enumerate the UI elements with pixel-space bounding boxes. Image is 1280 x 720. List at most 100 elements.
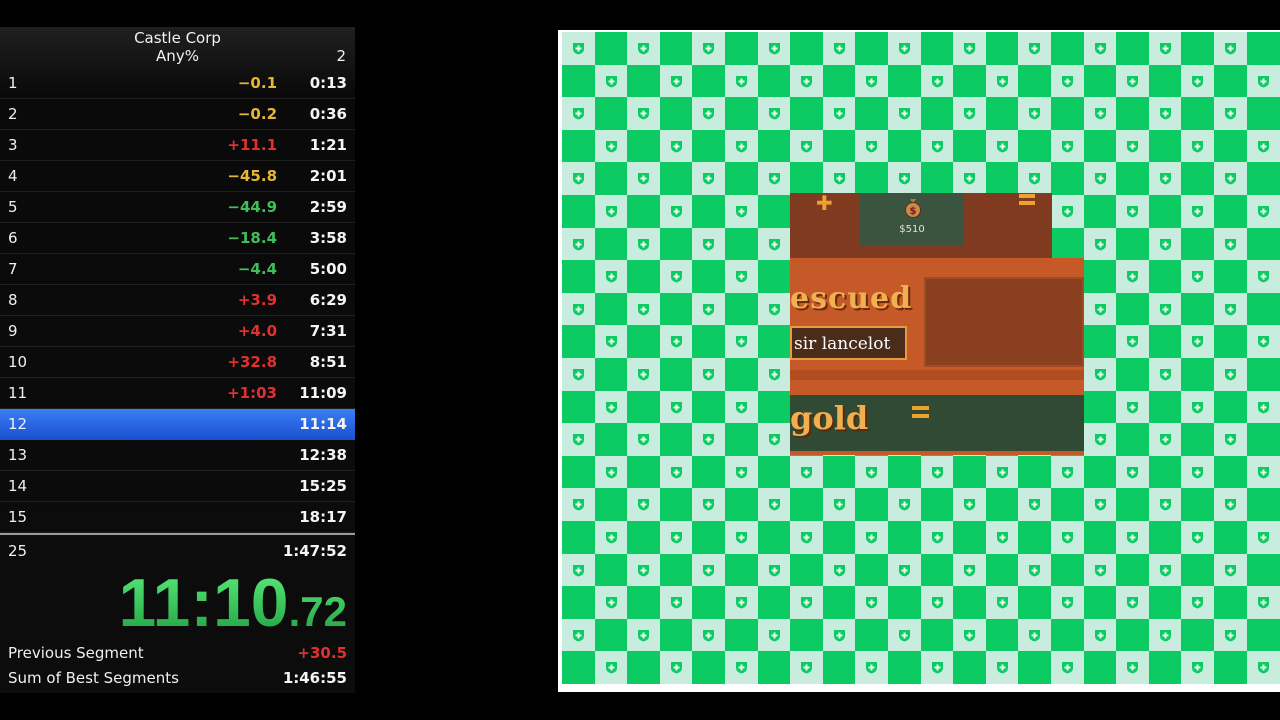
- board-tile: [757, 325, 791, 359]
- shield-icon: [703, 629, 715, 642]
- board-tile: [627, 227, 661, 261]
- money-amount: $510: [899, 224, 925, 235]
- shield-icon: [931, 75, 943, 88]
- board-tile: [1214, 488, 1247, 522]
- board-tile: [1148, 325, 1182, 359]
- shield-icon: [1094, 238, 1106, 251]
- board-tile: [1051, 97, 1084, 131]
- board-tile: [1214, 586, 1247, 620]
- board-tile: [757, 129, 791, 163]
- rescued-title: escued: [790, 281, 913, 316]
- board-tile: [757, 32, 791, 65]
- board-tile: [757, 651, 791, 685]
- shield-icon: [1257, 466, 1269, 479]
- board-tile: [1116, 553, 1150, 587]
- board-tile: [1018, 488, 1052, 522]
- shield-icon: [573, 369, 584, 381]
- board-tile: [692, 488, 726, 522]
- shield-icon: [899, 43, 910, 55]
- board-tile: [822, 97, 856, 131]
- board-tile: [1181, 325, 1215, 359]
- board-tile: [855, 129, 889, 163]
- shield-icon: [768, 629, 780, 642]
- shield-icon: [573, 108, 584, 120]
- split-time: 8:51: [309, 353, 347, 371]
- board-tile: [1116, 97, 1150, 131]
- board-tile: [659, 358, 693, 391]
- board-tile: [1181, 390, 1215, 424]
- shield-icon: [899, 564, 910, 577]
- board-tile: [627, 488, 661, 522]
- board-tile: [659, 162, 693, 196]
- shield-icon: [1192, 401, 1204, 414]
- split-time: 3:58: [309, 229, 347, 247]
- split-row: 2 −0.2 0:36: [0, 99, 355, 130]
- shield-icon: [1192, 597, 1204, 609]
- shield-icon: [1062, 466, 1073, 479]
- shield-icon: [1225, 238, 1236, 251]
- board-tile: [920, 32, 954, 65]
- game-view[interactable]: ✚ $ $510 escued sir lancelot gold: [558, 30, 1280, 692]
- shield-icon: [801, 532, 813, 544]
- board-tile: [953, 521, 987, 554]
- board-tile: [1051, 618, 1084, 652]
- shield-icon: [703, 499, 715, 511]
- board-tile: [659, 521, 693, 554]
- board-tile: [1083, 162, 1117, 196]
- shield-icon: [1225, 108, 1236, 120]
- board-tile: [594, 64, 628, 98]
- board-tile: [659, 455, 693, 489]
- board-tile: [627, 553, 661, 587]
- panel-stripe: [790, 370, 1084, 380]
- board-tile: [1148, 651, 1182, 685]
- board-tile: [1246, 455, 1280, 489]
- board-tile: [757, 618, 791, 652]
- board-tile: [562, 358, 595, 391]
- split-time: 15:25: [299, 477, 347, 495]
- shield-icon: [1127, 206, 1139, 218]
- shield-icon: [964, 564, 976, 577]
- board-tile: [855, 521, 889, 554]
- shield-icon: [736, 206, 747, 218]
- board-tile: [659, 129, 693, 163]
- board-tile: [594, 455, 628, 489]
- shield-icon: [638, 499, 650, 511]
- split-delta: −0.1: [237, 74, 277, 92]
- shield-icon: [670, 466, 682, 479]
- shield-icon: [1062, 662, 1073, 674]
- board-tile: [725, 618, 758, 652]
- board-tile: [953, 32, 987, 65]
- board-tile: [1083, 195, 1117, 228]
- shield-icon: [1127, 140, 1139, 153]
- shield-icon: [996, 75, 1008, 88]
- rescue-panel: ✚ $ $510 escued sir lancelot gold: [790, 191, 1084, 455]
- split-time: 12:38: [299, 446, 347, 464]
- board-tile: [659, 97, 693, 131]
- shield-icon: [573, 173, 584, 185]
- board-tile: [562, 488, 595, 522]
- board-tile: [659, 195, 693, 228]
- timer-fraction: .72: [288, 588, 347, 635]
- board-tile: [692, 423, 726, 457]
- shield-icon: [1192, 336, 1204, 348]
- board-tile: [790, 618, 824, 652]
- board-tile: [692, 325, 726, 359]
- board-tile: [1116, 455, 1150, 489]
- plus-icon[interactable]: ✚: [816, 191, 833, 215]
- board-tile: [1181, 195, 1215, 228]
- shield-icon: [1094, 303, 1106, 316]
- board-tile: [888, 586, 921, 620]
- shield-icon: [1257, 401, 1269, 414]
- board-tile: [1181, 64, 1215, 98]
- equals-icon: [912, 405, 929, 421]
- shield-icon: [1192, 206, 1204, 218]
- board-tile: [725, 64, 758, 98]
- menu-icon[interactable]: [1019, 193, 1035, 207]
- board-tile: [1083, 586, 1117, 620]
- shield-icon: [670, 206, 682, 218]
- board-tile: [1246, 195, 1280, 228]
- shield-icon: [736, 75, 747, 88]
- board-tile: [888, 64, 921, 98]
- shield-icon: [736, 271, 747, 283]
- board-tile: [692, 618, 726, 652]
